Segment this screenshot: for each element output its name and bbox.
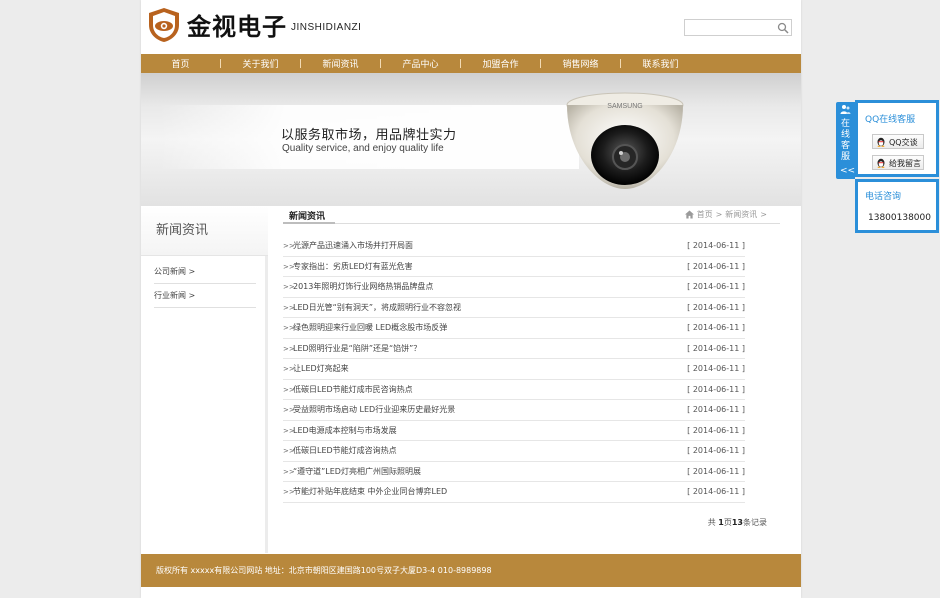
news-title[interactable]: 绿色照明迎来行业回暖 LED概念股市场反弹 xyxy=(293,318,447,338)
news-item[interactable]: >> 低碳日LED节能灯成市民咨询热点[ 2014-06-11 ] xyxy=(283,380,745,400)
news-title[interactable]: 低碳日LED节能灯成咨询热点 xyxy=(293,441,397,461)
news-item[interactable]: >> LED电源成本控制与市场发展[ 2014-06-11 ] xyxy=(283,421,745,441)
nav-item-franchise[interactable]: 加盟合作 xyxy=(461,57,540,70)
logo-text-cn: 金视电子 xyxy=(187,13,287,41)
sidebar-title: 新闻资讯 xyxy=(156,223,209,238)
news-item[interactable]: >> 绿色照明迎来行业回暖 LED概念股市场反弹[ 2014-06-11 ] xyxy=(283,318,745,339)
news-title[interactable]: 光源产品迅速涌入市场并打开局面 xyxy=(293,236,413,256)
nav-item-contact[interactable]: 联系我们 xyxy=(621,57,700,70)
phone-consult-box: 电话咨询 13800138000 xyxy=(855,179,939,233)
news-title[interactable]: LED照明行业是“陷阱”还是“馅饼”？ xyxy=(293,339,421,359)
qq-penguin-icon xyxy=(877,158,885,168)
search-icon[interactable] xyxy=(777,22,789,34)
qq-service-title: QQ在线客服 xyxy=(865,115,916,125)
sidebar-item-company-news[interactable]: 公司新闻 > xyxy=(154,260,256,284)
content-title: 新闻资讯 xyxy=(289,212,326,222)
pager-suffix: 条记录 xyxy=(743,518,767,527)
footer-text: 版权所有 xxxxx有限公司网站 地址：北京市朝阳区建国路100号双子大厦D3-… xyxy=(156,566,492,575)
news-date: [ 2014-06-11 ] xyxy=(687,425,745,435)
breadcrumb-home[interactable]: 首页 xyxy=(697,209,713,220)
nav-item-news[interactable]: 新闻资讯 xyxy=(301,57,380,70)
news-item[interactable]: >> 让LED灯亮起来[ 2014-06-11 ] xyxy=(283,359,745,380)
news-title[interactable]: LED电源成本控制与市场发展 xyxy=(293,421,397,441)
news-date: [ 2014-06-11 ] xyxy=(687,323,745,332)
news-item[interactable]: >> LED日光管“别有洞天”，将成照明行业不容忽视[ 2014-06-11 ] xyxy=(283,298,745,318)
news-date: [ 2014-06-11 ] xyxy=(687,405,745,414)
footer: 版权所有 xxxxx有限公司网站 地址：北京市朝阳区建国路100号双子大厦D3-… xyxy=(141,554,801,587)
news-item[interactable]: >> LED照明行业是“陷阱”还是“馅饼”？[ 2014-06-11 ] xyxy=(283,339,745,359)
breadcrumb-separator: > xyxy=(715,210,723,219)
nav-item-about[interactable]: 关于我们 xyxy=(221,57,300,70)
news-date: [ 2014-06-11 ] xyxy=(687,384,745,394)
nav-item-home[interactable]: 首页 xyxy=(141,57,220,70)
page-container: 金视电子 JINSHIDIANZI 首页 关于我们 新闻资讯 产品中心 加盟合作… xyxy=(141,0,801,598)
pager-prefix: 共 xyxy=(707,518,719,527)
logo-shield-icon xyxy=(149,8,179,42)
leave-message-label: 给我留言 xyxy=(889,159,921,168)
online-service-tab-label: 在线客服 xyxy=(840,119,850,162)
search-box xyxy=(684,19,792,36)
news-title[interactable]: 受益照明市场启动 LED行业迎来历史最好光景 xyxy=(293,400,455,420)
news-date: [ 2014-06-11 ] xyxy=(687,261,745,271)
dome-camera-image: SAMSUNG xyxy=(566,92,684,189)
qq-service-box: QQ在线客服 QQ交谈 给我留言 xyxy=(855,100,939,177)
news-item[interactable]: >> 光源产品迅速涌入市场并打开局面[ 2014-06-11 ] xyxy=(283,236,745,257)
leave-message-button[interactable]: 给我留言 xyxy=(872,155,924,170)
news-item[interactable]: >> 专家指出：劣质LED灯有蓝光危害[ 2014-06-11 ] xyxy=(283,257,745,277)
news-title[interactable]: 低碳日LED节能灯成市民咨询热点 xyxy=(293,380,413,400)
pager-mid: 页 xyxy=(723,518,732,527)
news-date: [ 2014-06-11 ] xyxy=(687,343,745,353)
news-item[interactable]: >> “遵守道”LED灯亮相广州国际照明展[ 2014-06-11 ] xyxy=(283,462,745,482)
people-icon xyxy=(840,105,851,114)
phone-consult-title: 电话咨询 xyxy=(865,192,902,202)
news-item[interactable]: >> 受益照明市场启动 LED行业迎来历史最好光景[ 2014-06-11 ] xyxy=(283,400,745,421)
sidebar-title-box: 新闻资讯 xyxy=(141,206,268,256)
sidebar-item-industry-news[interactable]: 行业新闻 > xyxy=(154,284,256,308)
qq-chat-label: QQ交谈 xyxy=(889,138,918,147)
nav-item-sales-network[interactable]: 销售网络 xyxy=(541,57,620,70)
news-date: [ 2014-06-11 ] xyxy=(687,446,745,455)
phone-number: 13800138000 xyxy=(868,213,931,223)
news-date: [ 2014-06-11 ] xyxy=(687,241,745,250)
breadcrumb-current[interactable]: 新闻资讯 xyxy=(725,209,757,220)
news-title[interactable]: 专家指出：劣质LED灯有蓝光危害 xyxy=(293,257,413,277)
breadcrumb: 首页 > 新闻资讯 > xyxy=(684,209,767,220)
news-title[interactable]: 让LED灯亮起来 xyxy=(293,359,349,379)
search-input[interactable] xyxy=(687,21,773,34)
news-date: [ 2014-06-11 ] xyxy=(687,302,745,312)
sidebar: 新闻资讯 公司新闻 > 行业新闻 > xyxy=(141,206,268,553)
content-title-underline xyxy=(283,222,335,224)
news-title[interactable]: 2013年照明灯饰行业网络热销品牌盘点 xyxy=(293,277,433,297)
camera-brand-label: SAMSUNG xyxy=(607,103,642,110)
breadcrumb-separator: > xyxy=(760,210,767,219)
news-list: >> 光源产品迅速涌入市场并打开局面[ 2014-06-11 ] >> 专家指出：劣… xyxy=(283,236,745,503)
pager-count: 13 xyxy=(731,518,743,527)
banner: 以服务取市场，用品牌壮实力 Quality service, and enjoy… xyxy=(141,73,801,206)
news-date: [ 2014-06-11 ] xyxy=(687,487,745,496)
banner-subtitle: Quality service, and enjoy quality life xyxy=(282,143,444,154)
main-content: 新闻资讯 首页 > 新闻资讯 > > > 光源产品迅速涌入市场并打开局面 [ 2014… xyxy=(283,206,783,546)
news-title[interactable]: LED日光管“别有洞天”，将成照明行业不容忽视 xyxy=(293,298,461,318)
news-date: [ 2014-06-11 ] xyxy=(687,466,745,476)
news-date: [ 2014-06-11 ] xyxy=(687,282,745,291)
news-title[interactable]: 节能灯补贴年底结束 中外企业同台博弈LED xyxy=(293,482,447,502)
qq-penguin-icon xyxy=(877,137,885,147)
content-divider xyxy=(283,223,780,224)
header: 金视电子 JINSHIDIANZI xyxy=(141,0,801,54)
pagination-info: 共 1页13条记录 xyxy=(708,517,767,528)
news-title[interactable]: “遵守道”LED灯亮相广州国际照明展 xyxy=(293,462,421,482)
news-item[interactable]: >> 2013年照明灯饰行业网络热销品牌盘点[ 2014-06-11 ] xyxy=(283,277,745,298)
collapse-arrow-icon[interactable]: << xyxy=(840,166,855,176)
news-item[interactable]: >> 低碳日LED节能灯成咨询热点[ 2014-06-11 ] xyxy=(283,441,745,462)
home-icon xyxy=(684,210,694,219)
news-date: [ 2014-06-11 ] xyxy=(687,364,745,373)
logo-text-en: JINSHIDIANZI xyxy=(291,22,362,33)
online-service-tab[interactable]: 在线客服 << xyxy=(836,102,855,179)
banner-title: 以服务取市场，用品牌壮实力 xyxy=(281,128,457,143)
qq-chat-button[interactable]: QQ交谈 xyxy=(872,134,924,149)
news-item[interactable]: >> 节能灯补贴年底结束 中外企业同台博弈LED[ 2014-06-11 ] xyxy=(283,482,745,503)
main-nav: 首页 关于我们 新闻资讯 产品中心 加盟合作 销售网络 联系我们 xyxy=(141,54,801,73)
nav-item-products[interactable]: 产品中心 xyxy=(381,57,460,70)
